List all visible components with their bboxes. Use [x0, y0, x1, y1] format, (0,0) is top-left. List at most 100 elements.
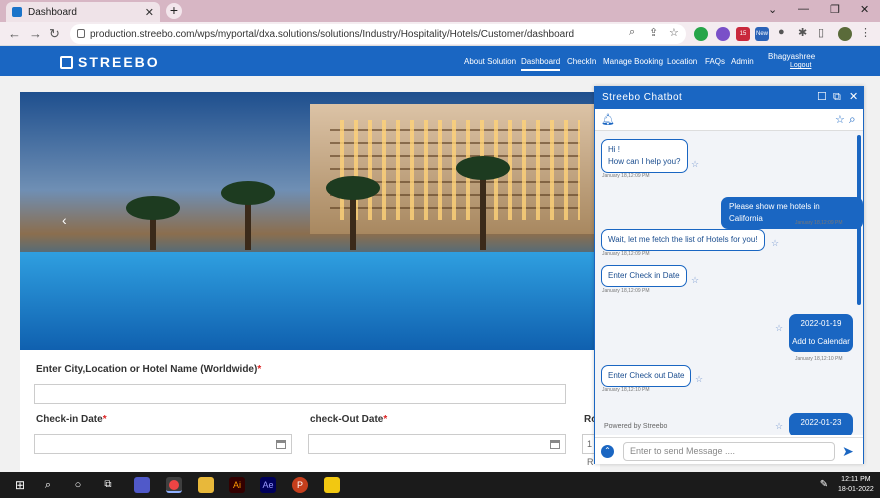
checkout-label: check-Out Date*	[310, 414, 388, 425]
bookmark-star-icon[interactable]: ☆	[669, 26, 679, 39]
bot-message: Hi ! How can I help you?	[601, 139, 688, 173]
tab-search-chevron-icon[interactable]: ⌄	[768, 3, 777, 16]
m-extension-icon[interactable]: ●	[778, 26, 785, 38]
extension-icon[interactable]	[716, 27, 730, 41]
chat-messages: Hi ! How can I help you? ☆ January 18,12…	[595, 131, 863, 435]
forward-icon[interactable]: →	[29, 26, 42, 41]
url-text: production.streebo.com/wps/myportal/dxa.…	[90, 28, 575, 40]
location-label: Enter City,Location or Hotel Name (World…	[36, 364, 262, 375]
calendar-icon[interactable]	[550, 440, 560, 449]
nav-about-solution[interactable]: About Solution	[464, 57, 516, 66]
message-timestamp: January 18,12:09 PM	[602, 173, 650, 179]
extension-badge-new[interactable]: New	[755, 27, 769, 41]
hotel-hero-image: ‹	[20, 92, 600, 350]
bot-message: Enter Check out Date	[601, 365, 692, 387]
nav-checkin[interactable]: CheckIn	[567, 57, 596, 66]
sticky-notes-icon[interactable]	[324, 477, 340, 493]
nav-location[interactable]: Location	[667, 57, 697, 66]
user-message: 2022-01-19 Add to Calendar	[789, 314, 853, 352]
checkin-date-input[interactable]	[34, 434, 292, 454]
chatbot-toolbar: 🔔︎ ☆ ⌕	[595, 109, 863, 131]
logout-link[interactable]: Logout	[768, 61, 815, 70]
user-name: Bhagyashree	[768, 52, 816, 61]
more-menu-icon[interactable]: ⋮	[860, 26, 871, 39]
extensions-puzzle-icon[interactable]: ✱	[798, 26, 807, 39]
carousel-prev-icon[interactable]: ‹	[62, 212, 67, 228]
chat-message-input[interactable]: Enter to send Message ....	[623, 442, 835, 461]
chat-expand-icon[interactable]: ⌃	[601, 445, 614, 458]
logo-text: STREEBO	[78, 54, 160, 70]
site-favicon-icon	[12, 7, 22, 17]
pen-icon[interactable]: ✎	[816, 477, 832, 493]
chrome-icon[interactable]	[166, 477, 182, 493]
site-header: STREEBO About Solution Dashboard CheckIn…	[0, 46, 880, 76]
teams-icon[interactable]	[134, 477, 150, 493]
pool	[20, 252, 600, 350]
checkout-date-input[interactable]	[308, 434, 566, 454]
palm-tree	[456, 156, 510, 250]
maximize-icon[interactable]: ❐	[830, 3, 840, 16]
chatbot-close-icon[interactable]: ✕	[849, 91, 859, 103]
nav-faqs[interactable]: FAQs	[705, 57, 725, 66]
message-star-icon[interactable]: ☆	[775, 323, 783, 334]
bot-message: Wait, let me fetch the list of Hotels fo…	[601, 229, 765, 251]
side-panel-icon[interactable]: ▯	[818, 26, 824, 39]
nav-admin[interactable]: Admin	[731, 57, 754, 66]
chatbot-panel: Streebo Chatbot ☐ ⧉ ✕ 🔔︎ ☆ ⌕ Hi ! How ca…	[594, 86, 864, 464]
cortana-icon[interactable]: ○	[70, 477, 86, 493]
user-message: 2022-01-23	[789, 413, 853, 435]
taskbar-search-icon[interactable]: ⌕	[40, 477, 56, 493]
after-effects-icon[interactable]: Ae	[260, 477, 276, 493]
minimize-icon[interactable]: —	[798, 3, 809, 15]
streebo-logo[interactable]: STREEBO	[60, 54, 160, 70]
checkin-label: Check-in Date*	[36, 414, 107, 425]
chatbot-maximize-icon[interactable]: ☐	[817, 91, 827, 103]
user-menu: Bhagyashree Logout	[768, 52, 815, 70]
back-icon[interactable]: ←	[8, 26, 21, 41]
location-input[interactable]	[34, 384, 566, 404]
message-star-icon[interactable]: ☆	[691, 159, 699, 170]
message-timestamp: January 18,12:10 PM	[602, 387, 650, 393]
message-timestamp: January 18,12:09 PM	[795, 220, 843, 226]
close-tab-icon[interactable]: ✕	[145, 6, 154, 19]
tab-title: Dashboard	[28, 6, 77, 18]
add-to-calendar-link[interactable]: Add to Calendar	[791, 336, 851, 348]
browser-toolbar: ← → ↻ production.streebo.com/wps/myporta…	[0, 22, 880, 46]
new-tab-button[interactable]: +	[166, 3, 182, 19]
illustrator-icon[interactable]: Ai	[229, 477, 245, 493]
chatbot-header: Streebo Chatbot ☐ ⧉ ✕	[595, 87, 863, 109]
browser-tab-bar: Dashboard ✕ + ⌄ — ❐ ✕	[0, 0, 880, 22]
taskbar-clock[interactable]: 12:11 PM 18-01-2022	[838, 475, 874, 495]
message-star-icon[interactable]: ☆	[775, 421, 783, 432]
send-icon[interactable]: ➤	[842, 443, 854, 460]
address-bar[interactable]: production.streebo.com/wps/myportal/dxa.…	[70, 24, 686, 44]
profile-avatar[interactable]	[838, 27, 852, 41]
message-timestamp: January 18,12:10 PM	[795, 356, 843, 362]
extension-badge-15[interactable]: 15	[736, 27, 750, 41]
nav-dashboard[interactable]: Dashboard	[521, 57, 561, 71]
message-star-icon[interactable]: ☆	[695, 374, 703, 385]
share-icon[interactable]: ⇪	[649, 26, 658, 39]
chatbot-popout-icon[interactable]: ⧉	[833, 91, 841, 103]
message-star-icon[interactable]: ☆	[691, 275, 699, 286]
reload-icon[interactable]: ↻	[49, 26, 60, 42]
search-form: Enter City,Location or Hotel Name (World…	[20, 350, 600, 472]
search-icon[interactable]: ⌕	[629, 26, 635, 39]
file-explorer-icon[interactable]	[198, 477, 214, 493]
nav-manage-booking[interactable]: Manage Booking	[603, 57, 663, 66]
windows-taskbar: ⊞ ⌕ ○ ⧉ Ai Ae P ✎ 12:11 PM 18-01-2022	[0, 472, 880, 498]
palm-tree	[221, 181, 275, 250]
windows-start-icon[interactable]: ⊞	[12, 477, 28, 493]
task-view-icon[interactable]: ⧉	[100, 477, 116, 493]
message-star-icon[interactable]: ☆	[771, 238, 779, 249]
favorites-star-icon[interactable]: ☆	[835, 113, 845, 126]
close-window-icon[interactable]: ✕	[860, 3, 869, 16]
browser-tab-dashboard[interactable]: Dashboard ✕	[6, 2, 160, 22]
notification-bell-icon[interactable]: 🔔︎	[601, 113, 615, 126]
chat-search-icon[interactable]: ⌕	[849, 112, 856, 127]
message-timestamp: January 18,12:09 PM	[602, 251, 650, 257]
grammarly-extension-icon[interactable]	[694, 27, 708, 41]
chatbot-title: Streebo Chatbot	[602, 92, 683, 103]
calendar-icon[interactable]	[276, 440, 286, 449]
powerpoint-icon[interactable]: P	[292, 477, 308, 493]
